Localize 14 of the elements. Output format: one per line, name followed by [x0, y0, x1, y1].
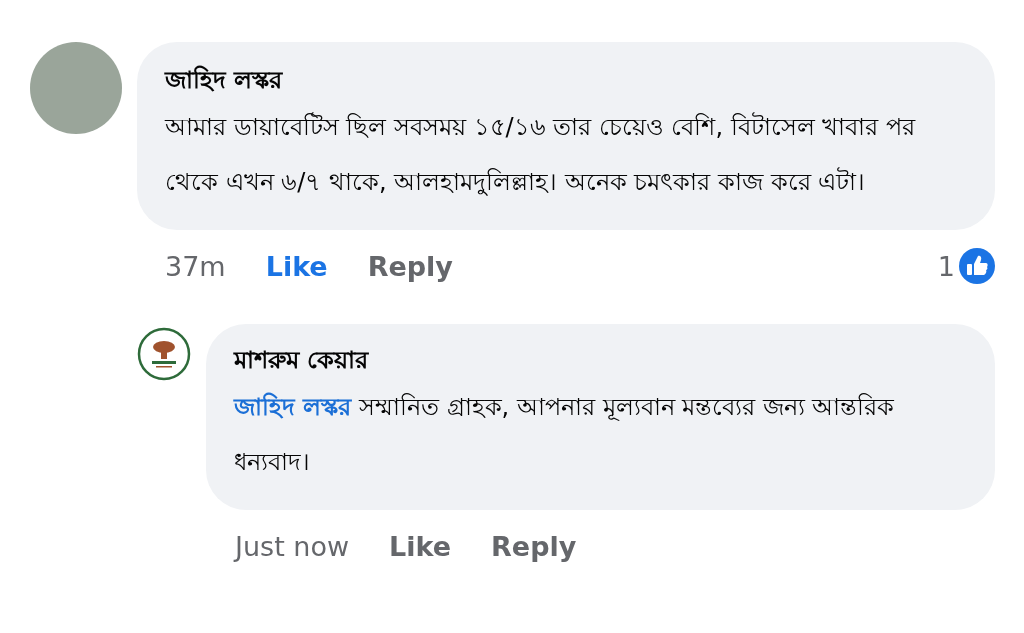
comment-author[interactable]: জাহিদ লস্কর: [165, 60, 967, 100]
reply-link[interactable]: Reply: [491, 530, 577, 562]
comment-text: আমার ডায়াবেটিস ছিল সবসময় ১৫/১৬ তার চেয়েও বেশি, বিটাসেল খাবার পর থেকে এখন ৬/৭ থাকে, আলহামদুলিল্লাহ। অনেক চমৎকার কাজ করে এটা।: [165, 111, 917, 198]
comment-time: 37m: [165, 250, 226, 282]
mushroom-logo-icon[interactable]: [137, 327, 191, 381]
thumbs-up-icon[interactable]: [959, 248, 995, 284]
comment-text: জাহিদ লস্কর সম্মানিত গ্রাহক, আপনার মূল্যবান মন্তব্যের জন্য আন্তরিক ধন্যবাদ।: [234, 391, 896, 478]
like-link[interactable]: Like: [265, 250, 328, 282]
comment-time: Just now: [235, 530, 350, 562]
like-link[interactable]: Like: [389, 530, 452, 562]
reply-link[interactable]: Reply: [367, 250, 453, 282]
reaction-count[interactable]: 1: [937, 250, 955, 282]
mention-link[interactable]: জাহিদ লস্কর: [234, 393, 352, 421]
comment-author[interactable]: মাশরুম কেয়ার: [234, 340, 967, 380]
